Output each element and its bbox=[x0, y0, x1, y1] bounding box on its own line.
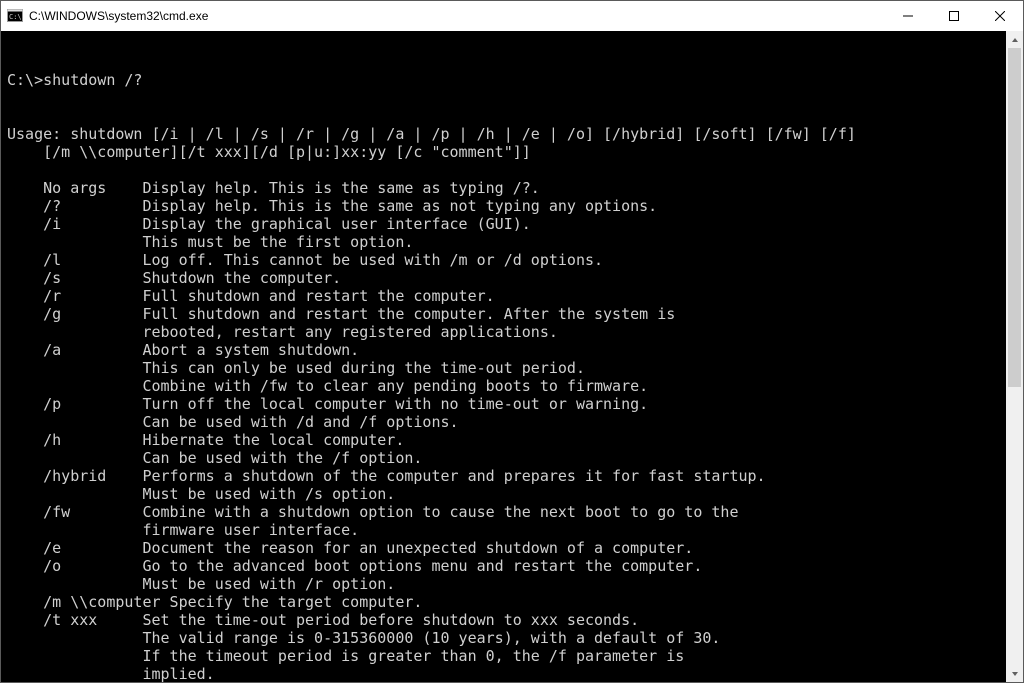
titlebar[interactable]: C:\ C:\WINDOWS\system32\cmd.exe bbox=[1, 1, 1023, 31]
command-text: shutdown /? bbox=[43, 71, 142, 89]
output-line: firmware user interface. bbox=[7, 521, 1000, 539]
terminal-viewport[interactable]: C:\>shutdown /? Usage: shutdown [/i | /l… bbox=[1, 31, 1006, 682]
scroll-track[interactable] bbox=[1006, 48, 1023, 665]
output-line: /a Abort a system shutdown. bbox=[7, 341, 1000, 359]
output-line: Must be used with /s option. bbox=[7, 485, 1000, 503]
output-line: /m \\computer Specify the target compute… bbox=[7, 593, 1000, 611]
scroll-down-button[interactable] bbox=[1006, 665, 1023, 682]
output-line: /hybrid Performs a shutdown of the compu… bbox=[7, 467, 1000, 485]
close-button[interactable] bbox=[977, 1, 1023, 31]
svg-text:C:\: C:\ bbox=[9, 13, 22, 21]
output-line: /r Full shutdown and restart the compute… bbox=[7, 287, 1000, 305]
output-line: /h Hibernate the local computer. bbox=[7, 431, 1000, 449]
output-line: This can only be used during the time-ou… bbox=[7, 359, 1000, 377]
output-line: /fw Combine with a shutdown option to ca… bbox=[7, 503, 1000, 521]
output-line: /g Full shutdown and restart the compute… bbox=[7, 305, 1000, 323]
output-line: /p Turn off the local computer with no t… bbox=[7, 395, 1000, 413]
output-line: implied. bbox=[7, 665, 1000, 682]
cmd-window: C:\ C:\WINDOWS\system32\cmd.exe C:\>shut… bbox=[0, 0, 1024, 683]
output-line: /o Go to the advanced boot options menu … bbox=[7, 557, 1000, 575]
output-line: /t xxx Set the time-out period before sh… bbox=[7, 611, 1000, 629]
prompt: C:\> bbox=[7, 71, 43, 89]
output-line: No args Display help. This is the same a… bbox=[7, 179, 1000, 197]
output-line: /? Display help. This is the same as not… bbox=[7, 197, 1000, 215]
scroll-thumb[interactable] bbox=[1008, 48, 1021, 387]
terminal-output: C:\>shutdown /? Usage: shutdown [/i | /l… bbox=[1, 31, 1006, 682]
scroll-up-button[interactable] bbox=[1006, 31, 1023, 48]
cmd-icon: C:\ bbox=[7, 8, 23, 24]
output-line: Must be used with /r option. bbox=[7, 575, 1000, 593]
output-line: If the timeout period is greater than 0,… bbox=[7, 647, 1000, 665]
window-title: C:\WINDOWS\system32\cmd.exe bbox=[29, 9, 208, 23]
output-line: Usage: shutdown [/i | /l | /s | /r | /g … bbox=[7, 125, 1000, 143]
output-line: /e Document the reason for an unexpected… bbox=[7, 539, 1000, 557]
client-area: C:\>shutdown /? Usage: shutdown [/i | /l… bbox=[1, 31, 1023, 682]
output-line: /s Shutdown the computer. bbox=[7, 269, 1000, 287]
output-line: /l Log off. This cannot be used with /m … bbox=[7, 251, 1000, 269]
output-line: This must be the first option. bbox=[7, 233, 1000, 251]
output-line: Can be used with the /f option. bbox=[7, 449, 1000, 467]
output-line: /i Display the graphical user interface … bbox=[7, 215, 1000, 233]
output-line: rebooted, restart any registered applica… bbox=[7, 323, 1000, 341]
output-line: Can be used with /d and /f options. bbox=[7, 413, 1000, 431]
minimize-button[interactable] bbox=[885, 1, 931, 31]
prompt-line: C:\>shutdown /? bbox=[7, 71, 1000, 89]
window-controls bbox=[885, 1, 1023, 31]
output-line: The valid range is 0-315360000 (10 years… bbox=[7, 629, 1000, 647]
vertical-scrollbar[interactable] bbox=[1006, 31, 1023, 682]
output-line: [/m \\computer][/t xxx][/d [p|u:]xx:yy [… bbox=[7, 143, 1000, 161]
output-line bbox=[7, 161, 1000, 179]
output-line: Combine with /fw to clear any pending bo… bbox=[7, 377, 1000, 395]
maximize-button[interactable] bbox=[931, 1, 977, 31]
